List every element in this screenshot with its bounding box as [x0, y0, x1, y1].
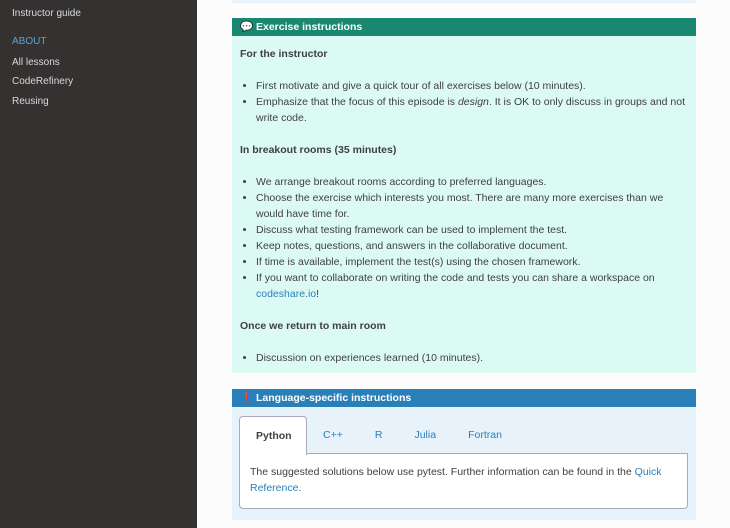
tab-panel-python: The suggested solutions below use pytest… [239, 453, 688, 509]
previous-admonition-bottom [232, 0, 696, 3]
tab-cpp[interactable]: C++ [307, 416, 359, 454]
sidebar: Instructor guide ABOUT All lessons CodeR… [0, 0, 197, 528]
tab-python[interactable]: Python [239, 416, 307, 455]
sidebar-item-coderefinery[interactable]: CodeRefinery [12, 76, 73, 87]
exclamation-circle-icon: ❗ [240, 392, 254, 404]
instructor-heading: For the instructor [240, 48, 328, 60]
sidebar-item-instructor-guide[interactable]: Instructor guide [12, 8, 81, 19]
list-item: We arrange breakout rooms according to p… [256, 174, 688, 190]
sidebar-caption-about: ABOUT [12, 36, 47, 47]
tab-julia[interactable]: Julia [398, 416, 452, 454]
codeshare-link[interactable]: codeshare.io [256, 288, 316, 300]
language-title: Language-specific instructions [256, 392, 412, 404]
list-item: Discussion on experiences learned (10 mi… [256, 350, 688, 366]
tab-fortran[interactable]: Fortran [452, 416, 518, 454]
language-admonition: ❗ Language-specific instructions Python … [232, 389, 696, 520]
list-item: Choose the exercise which interests you … [256, 190, 688, 222]
tab-r[interactable]: R [359, 416, 399, 454]
list-item: First motivate and give a quick tour of … [256, 78, 688, 94]
list-item: Keep notes, questions, and answers in th… [256, 238, 688, 254]
list-item: If time is available, implement the test… [256, 254, 688, 270]
exercise-header: 💬 Exercise instructions [232, 18, 696, 36]
return-heading: Once we return to main room [240, 320, 386, 332]
exercise-admonition: 💬 Exercise instructions For the instruct… [232, 18, 696, 373]
language-tabs: Python C++ R Julia Fortran [239, 416, 688, 455]
list-item: Emphasize that the focus of this episode… [256, 94, 688, 126]
language-header: ❗ Language-specific instructions [232, 389, 696, 407]
sidebar-item-all-lessons[interactable]: All lessons [12, 57, 60, 68]
exercise-title: Exercise instructions [256, 21, 363, 33]
breakout-heading: In breakout rooms (35 minutes) [240, 144, 397, 156]
list-item: Discuss what testing framework can be us… [256, 222, 688, 238]
list-item: If you want to collaborate on writing th… [256, 270, 688, 302]
sidebar-item-reusing[interactable]: Reusing [12, 96, 49, 107]
comment-icon: 💬 [240, 21, 254, 33]
